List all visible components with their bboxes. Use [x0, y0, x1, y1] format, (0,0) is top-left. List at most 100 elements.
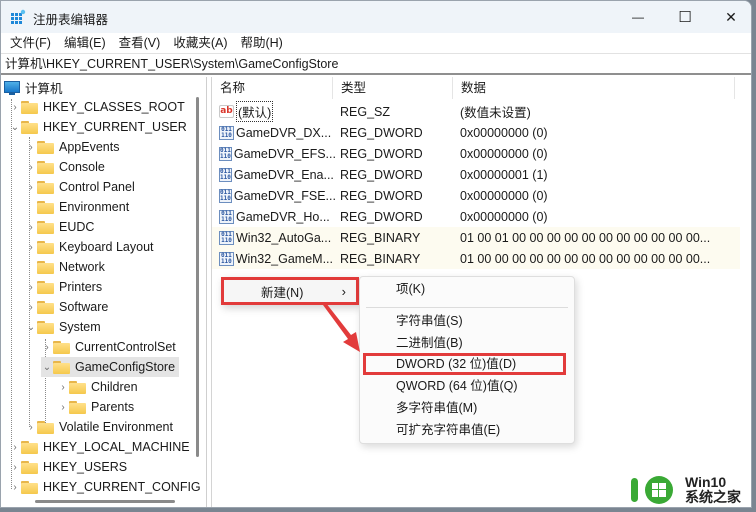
chevron-right-icon[interactable]: ›	[41, 337, 53, 357]
tree-item[interactable]: › Printers	[25, 277, 102, 297]
submenu-item-qword-value[interactable]: QWORD (64 位)值(Q)	[360, 375, 574, 397]
tree-item[interactable]: › Control Panel	[25, 177, 134, 197]
chevron-right-icon[interactable]: ›	[25, 277, 37, 297]
tree-item[interactable]: › HKEY_LOCAL_MACHINE	[9, 437, 189, 457]
value-name: GameDVR_EFS...	[233, 146, 336, 161]
table-row[interactable]: ab (默认) REG_SZ (数值未设置)	[212, 101, 742, 122]
chevron-right-icon[interactable]: ›	[25, 297, 37, 317]
tree-item-label: EUDC	[59, 220, 95, 234]
menu-file[interactable]: 文件(F)	[5, 33, 56, 53]
menu-edit[interactable]: 编辑(E)	[59, 33, 111, 53]
value-name: Win32_GameM...	[235, 251, 333, 266]
tree-item-label: AppEvents	[59, 140, 120, 154]
submenu-separator	[366, 307, 568, 308]
column-header-name[interactable]: 名称	[212, 77, 333, 99]
tree-item[interactable]: › HKEY_USERS	[9, 457, 127, 477]
context-menu-new[interactable]: 新建(N) ›	[221, 277, 359, 305]
tree-item[interactable]: Network	[25, 257, 105, 277]
tree-item-label: System	[59, 320, 101, 334]
table-row[interactable]: 011 110 GameDVR_Ena... REG_DWORD 0x00000001 …	[212, 164, 742, 185]
menu-view[interactable]: 查看(V)	[114, 33, 166, 53]
folder-icon	[21, 100, 38, 114]
annotation-arrow-icon	[323, 303, 360, 352]
tree-item-label: Volatile Environment	[59, 420, 173, 434]
cell-type: REG_SZ	[340, 104, 391, 119]
minimize-button[interactable]: —	[615, 1, 661, 33]
tree-item[interactable]: › CurrentControlSet	[41, 337, 176, 357]
chevron-down-icon[interactable]: ⌄	[41, 357, 53, 377]
table-row[interactable]: 011 110 GameDVR_Ho... REG_DWORD 0x00000000 (…	[212, 206, 742, 227]
tree-item-label: Children	[91, 380, 138, 394]
binary-value-icon: 011 110	[219, 188, 232, 203]
tree-item[interactable]: › HKEY_CLASSES_ROOT	[9, 97, 184, 117]
chevron-down-icon[interactable]: ⌄	[25, 317, 37, 337]
chevron-right-icon[interactable]: ›	[9, 457, 21, 477]
submenu-item-multi-string-value[interactable]: 多字符串值(M)	[360, 397, 574, 419]
tree-item[interactable]: ⌄ GameConfigStore	[41, 357, 180, 377]
chevron-right-icon[interactable]: ›	[25, 417, 37, 437]
tree-item[interactable]: › AppEvents	[25, 137, 119, 157]
tree-root-computer[interactable]: 计算机	[4, 77, 63, 97]
tree-item[interactable]: › EUDC	[25, 217, 94, 237]
chevron-right-icon[interactable]: ›	[25, 217, 37, 237]
tree-item[interactable]: › Parents	[57, 397, 134, 417]
table-row[interactable]: 011 110 Win32_AutoGa... REG_BINARY 01 00 01 …	[212, 227, 740, 248]
close-button[interactable]: ✕	[708, 1, 751, 33]
tree-horizontal-scrollbar[interactable]	[35, 500, 175, 503]
table-row[interactable]: 011 110 GameDVR_DX... REG_DWORD 0x00000000 (…	[212, 122, 742, 143]
chevron-right-icon[interactable]: ›	[9, 477, 21, 497]
folder-icon	[37, 240, 54, 254]
cell-data: 0x00000000 (0)	[460, 188, 548, 203]
tree-item[interactable]: › Software	[25, 297, 108, 317]
cell-data: 0x00000000 (0)	[460, 125, 548, 140]
submenu-item-string-value[interactable]: 字符串值(S)	[360, 310, 574, 332]
chevron-right-icon[interactable]: ›	[25, 177, 37, 197]
tree-item-label: Network	[59, 260, 105, 274]
value-name: GameDVR_Ho...	[236, 209, 330, 224]
computer-icon	[4, 81, 20, 95]
menu-favorites[interactable]: 收藏夹(A)	[168, 33, 232, 53]
chevron-right-icon[interactable]: ›	[57, 397, 69, 417]
cell-name: 011 110 GameDVR_DX...	[212, 125, 333, 140]
tree-vertical-scrollbar[interactable]	[196, 97, 199, 457]
minimize-icon: —	[632, 10, 644, 24]
menu-help[interactable]: 帮助(H)	[235, 33, 287, 53]
binary-value-icon: 011 110	[219, 251, 234, 266]
tree-item[interactable]: ⌄ HKEY_CURRENT_USER	[9, 117, 187, 137]
folder-icon	[53, 340, 70, 354]
chevron-down-icon[interactable]: ⌄	[9, 117, 21, 137]
tree-item[interactable]: ⌄ System	[25, 317, 101, 337]
value-name: GameDVR_DX...	[236, 125, 332, 140]
chevron-right-icon[interactable]: ›	[57, 377, 69, 397]
tree-item[interactable]: › HKEY_CURRENT_CONFIG	[9, 477, 200, 497]
submenu-item-key[interactable]: 项(K)	[360, 278, 574, 300]
chevron-right-icon[interactable]: ›	[9, 97, 21, 117]
folder-icon	[37, 320, 54, 334]
chevron-right-icon[interactable]: ›	[9, 437, 21, 457]
tree-item[interactable]: › Children	[57, 377, 138, 397]
tree-guide-line	[11, 99, 12, 489]
tree-item[interactable]: › Keyboard Layout	[25, 237, 153, 257]
submenu-item-expandable-string-value[interactable]: 可扩充字符串值(E)	[360, 419, 574, 441]
tree-item[interactable]: › Volatile Environment	[25, 417, 173, 437]
chevron-right-icon[interactable]: ›	[25, 237, 37, 257]
table-row[interactable]: 011 110 GameDVR_FSE... REG_DWORD 0x00000000 …	[212, 185, 742, 206]
table-row[interactable]: 011 110 GameDVR_EFS... REG_DWORD 0x00000000 …	[212, 143, 742, 164]
maximize-button[interactable]: ☐	[662, 1, 708, 33]
folder-icon	[21, 460, 38, 474]
tree-item[interactable]: Environment	[25, 197, 129, 217]
submenu-item-binary-value[interactable]: 二进制值(B)	[360, 332, 574, 354]
tree-item-label: Printers	[59, 280, 103, 294]
column-header-type[interactable]: 类型	[333, 77, 453, 99]
cell-type: REG_DWORD	[340, 209, 423, 224]
cell-name: 011 110 GameDVR_FSE...	[212, 188, 336, 203]
tree-item-label: CurrentControlSet	[75, 340, 176, 354]
chevron-right-icon[interactable]: ›	[25, 137, 37, 157]
column-header-data[interactable]: 数据	[453, 77, 735, 99]
tree-item[interactable]: › Console	[25, 157, 105, 177]
address-bar[interactable]: 计算机\HKEY_CURRENT_USER\System\GameConfigS…	[1, 53, 751, 75]
table-row[interactable]: 011 110 Win32_GameM... REG_BINARY 01 00 00 0…	[212, 248, 740, 269]
chevron-right-icon[interactable]: ›	[25, 157, 37, 177]
submenu-item-dword-value[interactable]: DWORD (32 位)值(D)	[363, 353, 566, 375]
list-header: 名称 类型 数据	[212, 77, 751, 99]
